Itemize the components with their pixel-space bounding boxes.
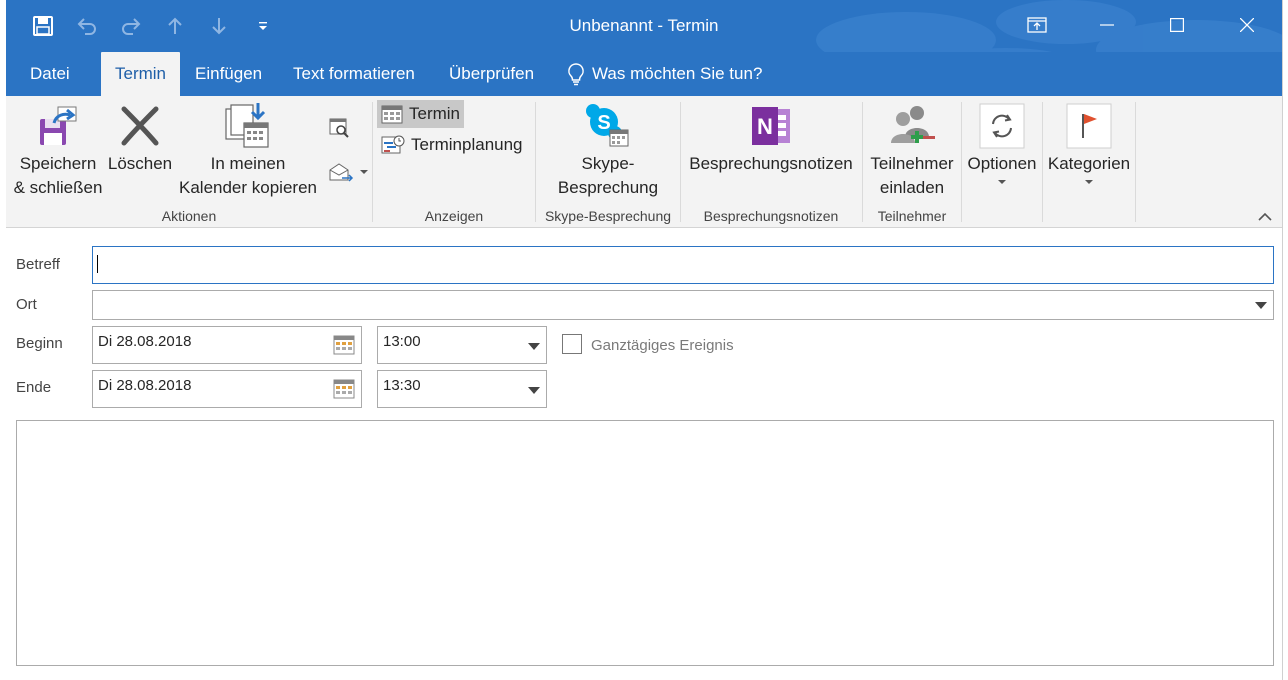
location-label: Ort [16,296,37,313]
find-calendar-button[interactable] [324,114,354,142]
skype-icon: S [586,104,629,147]
options-button[interactable]: Optionen [962,100,1042,184]
location-dropdown-icon[interactable] [1255,302,1267,309]
meeting-notes-button[interactable]: N Besprechungsnotizen [681,100,861,176]
group-anzeigen: Termin Terminplanung Anzeigen [373,96,535,228]
group-categories: Kategorien [1043,96,1135,228]
all-day-checkbox[interactable] [562,334,582,354]
meeting-notes-label: Besprechungsnotizen [689,154,853,173]
save-close-line2: & schließen [13,178,103,197]
start-date-value: Di 28.08.2018 [98,333,192,350]
scheduling-view-button[interactable]: Terminplanung [377,131,527,159]
invite-attendees-line1: Teilnehmer [870,154,954,173]
categories-dropdown-caret [1085,180,1093,184]
copy-to-calendar-button[interactable]: In meinen Kalender kopieren [176,100,320,200]
forward-mail-icon [329,163,354,182]
flag-icon [1066,103,1112,149]
group-label-skype: Skype-Besprechung [544,208,672,224]
group-label-aktionen: Aktionen [161,208,217,224]
save-close-icon [40,106,77,145]
start-date-calendar-icon[interactable] [333,335,355,355]
tab-datei[interactable]: Datei [18,52,82,96]
tell-me-box[interactable]: Was möchten Sie tun? [566,60,762,88]
scheduling-view-label: Terminplanung [411,135,523,154]
delete-button[interactable]: Löschen [106,100,174,176]
minimize-icon[interactable] [1072,0,1142,50]
background-window-edge-right [1282,0,1288,680]
appointment-body-editor[interactable] [16,420,1274,666]
group-attendees: Teilnehmer einladen Teilnehmer [863,96,961,228]
group-separator [1135,102,1136,222]
group-aktionen: Speichern & schließen Löschen In meinen … [6,96,372,228]
end-time-value: 13:30 [383,377,421,394]
lightbulb-icon [568,63,584,86]
end-date-input[interactable]: Di 28.08.2018 [92,370,362,408]
categories-label: Kategorien [1047,154,1131,173]
title-bar: Unbenannt - Termin [6,0,1282,52]
group-label-anzeigen: Anzeigen [424,208,484,224]
scheduling-icon [381,135,405,154]
end-time-select[interactable]: 13:30 [377,370,547,408]
appointment-window: Unbenannt - Termin Datei Termin Einfügen… [6,0,1282,680]
skype-line2: Besprechung [557,178,659,197]
skype-line1: Skype- [581,154,635,173]
invite-attendees-button[interactable]: Teilnehmer einladen [863,100,961,200]
tab-einfuegen[interactable]: Einfügen [183,52,274,96]
location-input[interactable] [92,290,1274,320]
end-time-dropdown-icon[interactable] [528,387,540,394]
subject-input[interactable] [92,246,1274,284]
forward-button[interactable] [324,158,372,186]
invite-attendees-line2: einladen [879,178,945,197]
group-label-meeting-notes: Besprechungsnotizen [703,208,839,224]
skype-meeting-button[interactable]: S Skype- Besprechung [536,100,680,200]
tab-ueberpruefen[interactable]: Überprüfen [437,52,546,96]
start-label: Beginn [16,335,63,352]
forward-dropdown-caret [360,170,368,174]
categories-button[interactable]: Kategorien [1043,100,1135,184]
save-close-button[interactable]: Speichern & schließen [10,100,106,200]
end-date-value: Di 28.08.2018 [98,377,192,394]
maximize-icon[interactable] [1142,0,1212,50]
end-date-calendar-icon[interactable] [333,379,355,399]
invite-attendees-icon [891,106,935,143]
ribbon-tabs: Datei Termin Einfügen Text formatieren Ü… [6,52,1282,96]
tab-text-formatieren[interactable]: Text formatieren [281,52,427,96]
group-label-attendees: Teilnehmer [877,208,947,224]
copy-to-calendar-icon [225,103,269,148]
appointment-view-button[interactable]: Termin [377,100,465,128]
appointment-form: Betreff Ort Beginn Di 28.08.2018 13:00 G… [6,228,1282,680]
all-day-label: Ganztägiges Ereignis [591,337,734,354]
find-calendar-icon [329,118,349,138]
ribbon: Speichern & schließen Löschen In meinen … [6,96,1282,228]
options-label: Optionen [967,154,1037,173]
close-icon[interactable] [1212,0,1282,50]
options-dropdown-caret [998,180,1006,184]
ribbon-display-options-icon[interactable] [1002,0,1072,50]
copy-to-calendar-line2: Kalender kopieren [179,178,317,197]
onenote-icon: N [752,107,790,145]
start-time-dropdown-icon[interactable] [528,343,540,350]
subject-label: Betreff [16,256,60,273]
copy-to-calendar-line1: In meinen [210,154,286,173]
delete-x-icon [121,106,159,146]
group-skype: S Skype- Besprechung Skype-Besprechung [536,96,680,228]
collapse-ribbon-icon[interactable] [1258,209,1272,221]
group-meeting-notes: N Besprechungsnotizen Besprechungsnotize… [681,96,861,228]
svg-text:S: S [597,112,610,134]
end-label: Ende [16,379,52,396]
start-date-input[interactable]: Di 28.08.2018 [92,326,362,364]
tell-me-text: Was möchten Sie tun? [592,64,763,83]
calendar-icon [381,105,403,124]
svg-text:N: N [757,114,773,139]
save-close-line1: Speichern [19,154,97,173]
window-controls [1002,0,1282,50]
group-options: Optionen [962,96,1042,228]
start-time-select[interactable]: 13:00 [377,326,547,364]
appointment-view-label: Termin [409,104,461,123]
options-sync-icon [979,103,1025,149]
start-time-value: 13:00 [383,333,421,350]
delete-label: Löschen [107,154,173,173]
tab-termin[interactable]: Termin [101,52,180,96]
text-cursor [97,255,98,273]
